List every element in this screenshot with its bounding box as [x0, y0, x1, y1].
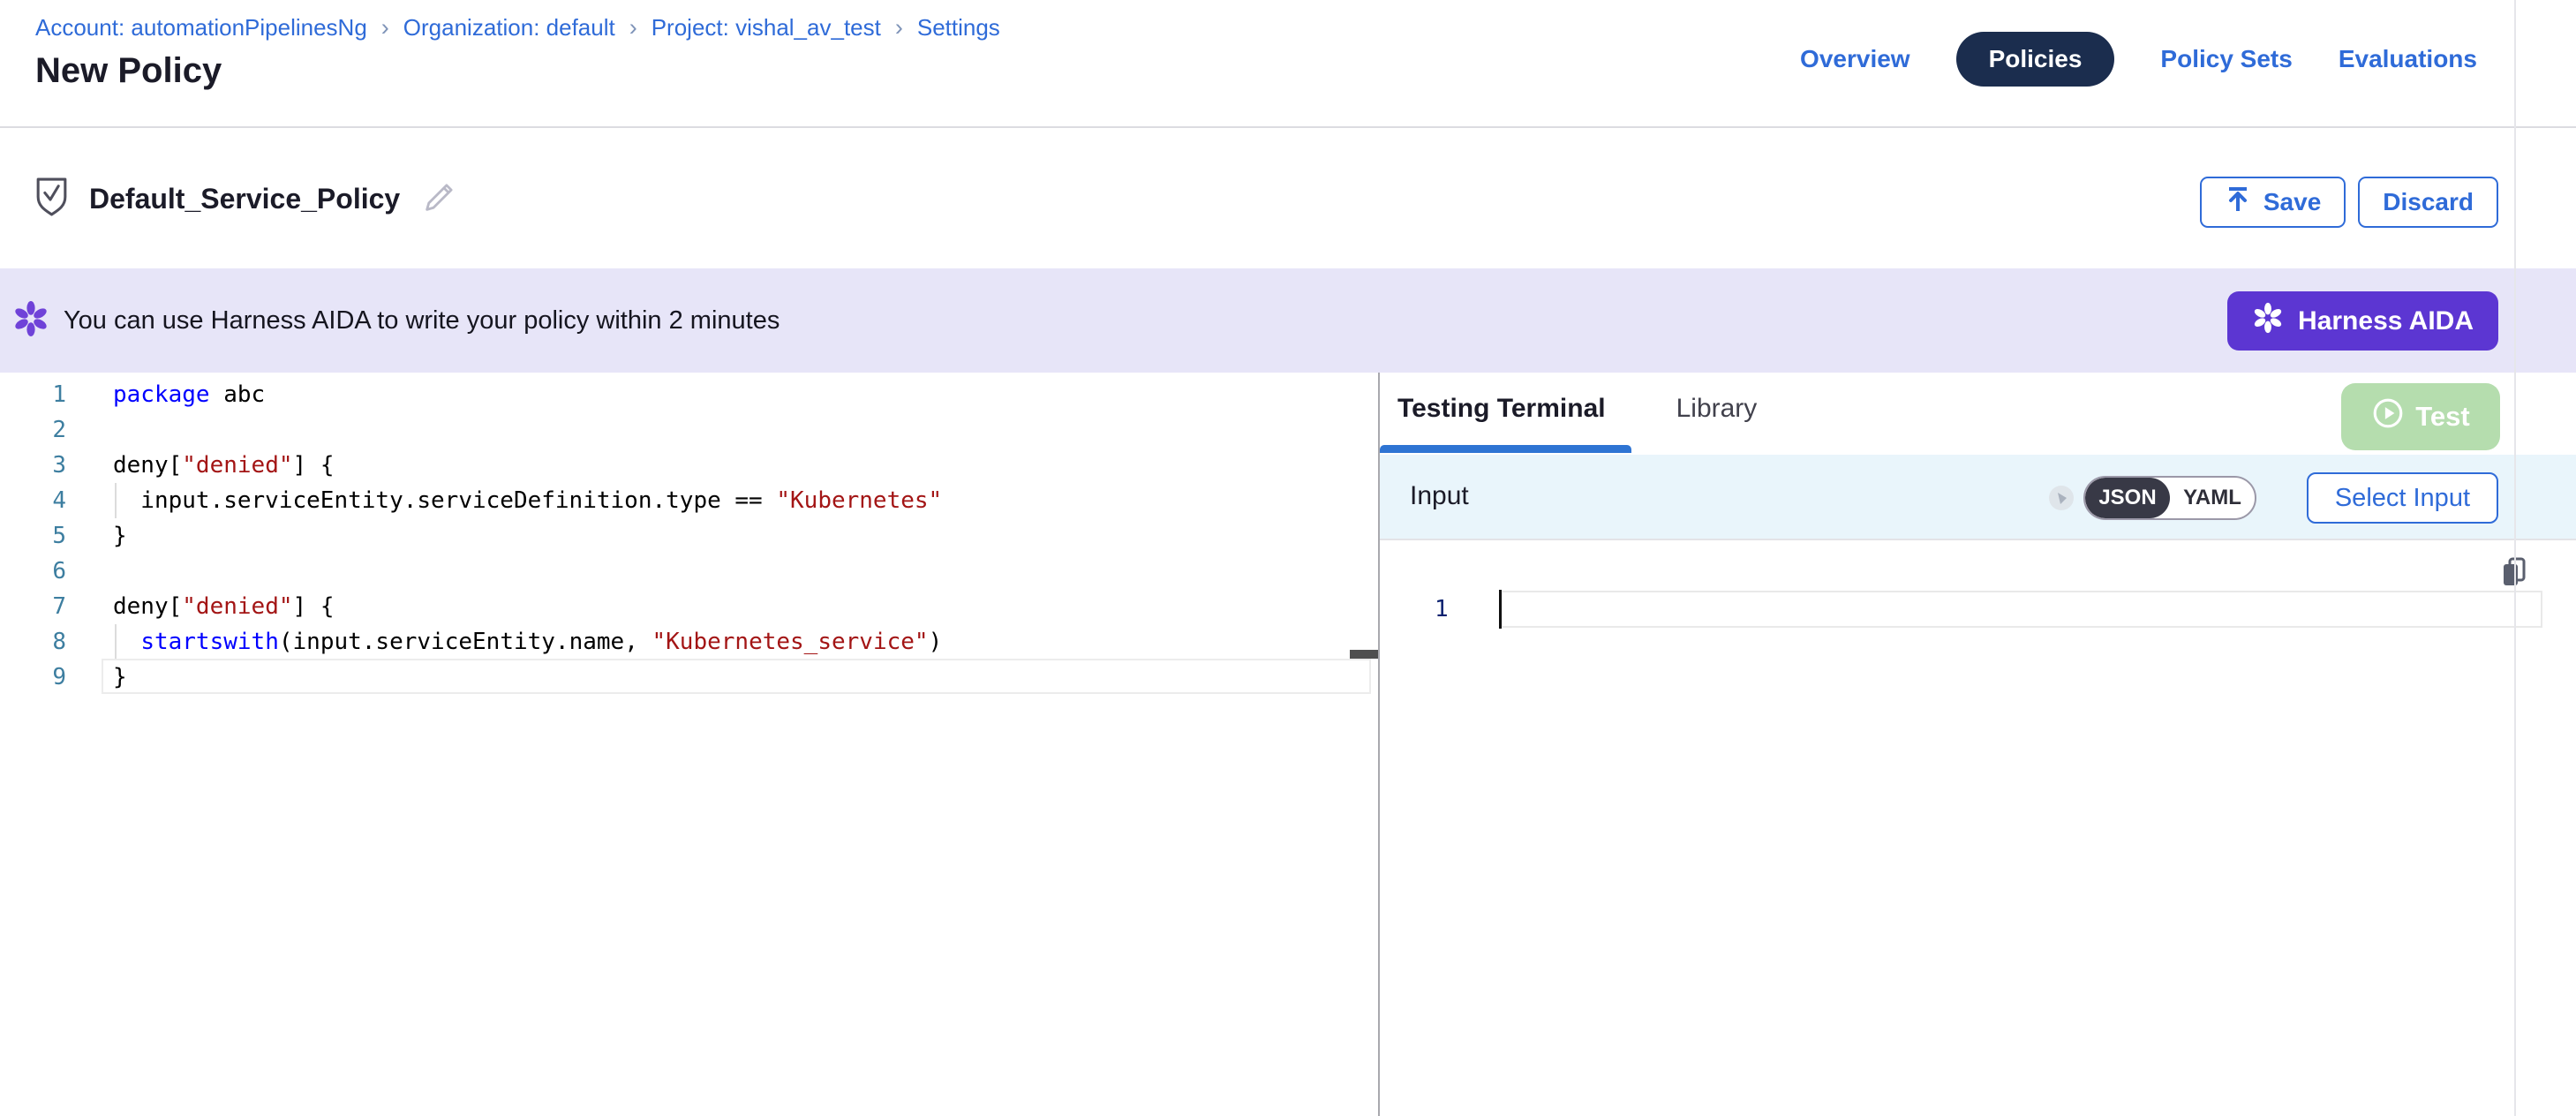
- aida-banner-message: You can use Harness AIDA to write your p…: [64, 306, 780, 336]
- save-button[interactable]: Save: [2200, 177, 2346, 228]
- policy-shield-icon: [35, 177, 68, 222]
- line-number: 7: [0, 589, 66, 624]
- code-text: input.serviceEntity.serviceDefinition.ty…: [113, 483, 942, 518]
- code-line[interactable]: 2: [0, 412, 1378, 448]
- policy-name: Default_Service_Policy: [89, 183, 400, 215]
- line-number: 8: [0, 624, 66, 660]
- aida-flower-icon: [12, 300, 49, 342]
- disabled-run-icon: [2048, 485, 2075, 516]
- active-tab-underline: [1380, 445, 1631, 453]
- format-toggle[interactable]: JSON YAML: [2083, 476, 2256, 520]
- breadcrumb-separator: ›: [629, 14, 637, 41]
- input-label: Input: [1410, 481, 1469, 511]
- save-button-label: Save: [2263, 188, 2321, 216]
- text-cursor: [1499, 590, 1502, 629]
- code-line[interactable]: 7 deny["denied"] {: [0, 589, 1378, 624]
- breadcrumb-separator: ›: [895, 14, 903, 41]
- nav-tab-policies[interactable]: Policies: [1956, 32, 2115, 87]
- select-input-button[interactable]: Select Input: [2307, 472, 2498, 524]
- harness-aida-button-label: Harness AIDA: [2298, 306, 2474, 336]
- nav-tab-overview[interactable]: Overview: [1800, 45, 1910, 73]
- input-editor-line[interactable]: 1: [1380, 590, 2576, 629]
- policy-actions: Save Discard: [2200, 177, 2498, 228]
- page-right-edge-divider: [2514, 0, 2516, 1116]
- line-number: 6: [0, 554, 66, 589]
- code-line[interactable]: 3 deny["denied"] {: [0, 448, 1378, 483]
- line-number: 2: [0, 412, 66, 448]
- code-line[interactable]: 6: [0, 554, 1378, 589]
- breadcrumb-link[interactable]: Settings: [917, 14, 1000, 41]
- line-number: 5: [0, 518, 66, 554]
- code-text: }: [113, 518, 127, 554]
- code-line[interactable]: 1 package abc: [0, 377, 1378, 412]
- code-line[interactable]: 8 startswith(input.serviceEntity.name, "…: [0, 624, 1378, 660]
- input-line-number: 1: [1435, 590, 1449, 629]
- policy-name-row: Default_Service_Policy: [35, 177, 458, 222]
- tab-library[interactable]: Library: [1676, 394, 1758, 424]
- harness-aida-button[interactable]: Harness AIDA: [2227, 291, 2498, 351]
- page-title: New Policy: [35, 51, 222, 91]
- breadcrumb-separator: ›: [381, 14, 389, 41]
- nav-tab-policy-sets[interactable]: Policy Sets: [2160, 45, 2292, 73]
- discard-button-label: Discard: [2383, 188, 2474, 216]
- active-line-highlight: [102, 659, 1371, 694]
- discard-button[interactable]: Discard: [2358, 177, 2498, 228]
- editor-scrollbar-handle[interactable]: [1350, 650, 1378, 659]
- tab-testing-terminal[interactable]: Testing Terminal: [1397, 394, 1606, 424]
- play-circle-icon: [2371, 396, 2405, 437]
- page-header: Account: automationPipelinesNg › Organizat…: [0, 0, 2576, 128]
- edit-policy-name-icon[interactable]: [421, 178, 458, 220]
- code-text: deny["denied"] {: [113, 589, 334, 624]
- breadcrumb: Account: automationPipelinesNg › Organizat…: [35, 14, 1000, 41]
- code-line[interactable]: 5}: [0, 518, 1378, 554]
- breadcrumb-link[interactable]: Organization: default: [403, 14, 615, 41]
- terminal-tabs: Testing Terminal Library: [1397, 394, 1757, 424]
- upload-icon: [2225, 185, 2251, 220]
- line-number: 3: [0, 448, 66, 483]
- code-line[interactable]: 4 input.serviceEntity.serviceDefinition.…: [0, 483, 1378, 518]
- code-text: package abc: [113, 377, 265, 412]
- policy-code-editor[interactable]: 1package abc23deny["denied"] {4 input.se…: [0, 373, 1378, 1116]
- breadcrumb-link[interactable]: Account: automationPipelinesNg: [35, 14, 367, 41]
- content-area: 1package abc23deny["denied"] {4 input.se…: [0, 373, 2576, 1116]
- top-nav: Overview Policies Policy Sets Evaluations: [1800, 30, 2477, 88]
- testing-terminal-panel: Testing Terminal Library Test Input JSON…: [1380, 373, 2576, 1116]
- nav-tab-evaluations[interactable]: Evaluations: [2339, 45, 2477, 73]
- line-number: 4: [0, 483, 66, 518]
- code-text: }: [113, 660, 127, 695]
- input-editor[interactable]: 1: [1380, 540, 2576, 1116]
- input-section-header: Input JSON YAML Select Input: [1380, 455, 2576, 540]
- test-button[interactable]: Test: [2341, 383, 2500, 450]
- breadcrumb-link[interactable]: Project: vishal_av_test: [652, 14, 881, 41]
- code-line[interactable]: 9}: [0, 660, 1378, 695]
- line-number: 9: [0, 660, 66, 695]
- test-button-label: Test: [2415, 401, 2469, 433]
- format-option-json[interactable]: JSON: [2085, 478, 2170, 518]
- code-text: startswith(input.serviceEntity.name, "Ku…: [113, 624, 942, 660]
- aida-flower-icon-white: [2252, 302, 2284, 341]
- line-number: 1: [0, 377, 66, 412]
- input-active-line-highlight: [1501, 591, 2542, 628]
- aida-banner: You can use Harness AIDA to write your p…: [0, 268, 2576, 373]
- format-option-yaml[interactable]: YAML: [2170, 478, 2255, 518]
- code-text: deny["denied"] {: [113, 448, 334, 483]
